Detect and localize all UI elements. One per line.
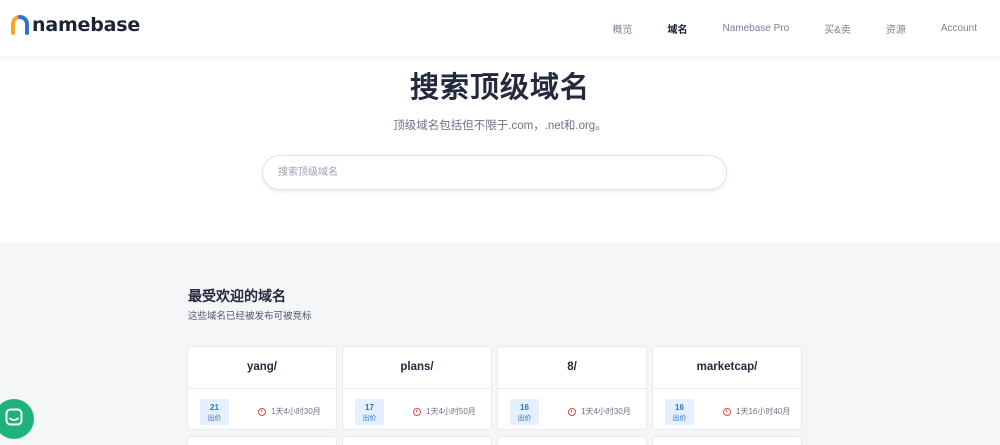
section-title: 最受欢迎的域名 (188, 288, 286, 304)
domain-name: marketcap/ (696, 361, 758, 373)
clock-icon (258, 407, 266, 416)
bid-label: 出价 (362, 415, 377, 422)
domain-name: 8/ (567, 361, 577, 373)
brand-name: namebase (32, 14, 141, 36)
bid-label: 出价 (672, 415, 687, 422)
nav-item-buy-sell[interactable]: 买&卖 (824, 21, 851, 36)
section-subtitle: 这些域名已经被发布可被竞标 (188, 311, 312, 322)
time-left-text: 1天16小时40月 (736, 407, 791, 416)
domain-name: yang/ (246, 361, 278, 373)
main-nav: 概览 域名 Namebase Pro 买&卖 资源 Account (577, 0, 977, 56)
time-left-text: 1天4小时30月 (581, 407, 631, 416)
domain-card[interactable]: marketcap/ 16 出价 1天16小时40月 (652, 346, 802, 430)
domain-card[interactable] (187, 436, 337, 445)
bid-count-badge: 16 出价 (665, 399, 694, 425)
divider (498, 388, 646, 389)
nav-item-resources[interactable]: 资源 (886, 21, 906, 36)
domain-card[interactable]: yang/ 21 出价 1天4小时30月 (187, 346, 337, 430)
domain-card[interactable] (652, 436, 802, 445)
chat-icon (4, 407, 24, 432)
bid-count-badge: 16 出价 (510, 399, 539, 425)
domain-card-row-next (187, 436, 802, 445)
nav-item-account[interactable]: Account (941, 23, 977, 34)
search-hero: 搜索顶级域名 顶级域名包括但不限于.com，.net和.org。 (0, 56, 1000, 242)
time-left-text: 1天4小时30月 (271, 407, 321, 416)
bid-count-badge: 17 出价 (355, 399, 384, 425)
nav-item-namebase-pro[interactable]: Namebase Pro (722, 23, 789, 34)
namebase-logo-icon (11, 15, 29, 35)
popular-domains-section: 最受欢迎的域名 这些域名已经被发布可被竞标 yang/ 21 出价 1天4小时3… (0, 242, 1000, 445)
nav-item-overview[interactable]: 概览 (612, 21, 632, 36)
divider (343, 388, 491, 389)
time-left-text: 1天4小时50月 (426, 407, 476, 416)
page-title: 搜索顶级域名 (409, 72, 590, 104)
bid-count: 16 (675, 403, 684, 412)
time-left: 1天16小时40月 (723, 406, 790, 417)
nav-item-domains[interactable]: 域名 (667, 21, 687, 36)
domain-name: plans/ (400, 361, 434, 373)
top-navbar: namebase 概览 域名 Namebase Pro 买&卖 资源 Accou… (0, 0, 1000, 56)
bid-label: 出价 (207, 415, 222, 422)
bid-count-badge: 21 出价 (200, 399, 229, 425)
domain-card[interactable] (342, 436, 492, 445)
divider (188, 388, 336, 389)
search-input[interactable] (262, 155, 727, 190)
clock-icon (413, 407, 421, 416)
time-left: 1天4小时30月 (568, 406, 631, 417)
domain-card[interactable]: plans/ 17 出价 1天4小时50月 (342, 346, 492, 430)
divider (653, 388, 801, 389)
domain-card[interactable] (497, 436, 647, 445)
domain-card-row: yang/ 21 出价 1天4小时30月 plans/ 17 出价 1天4小时5… (187, 346, 802, 430)
time-left: 1天4小时30月 (258, 406, 321, 417)
clock-icon (723, 407, 731, 416)
time-left: 1天4小时50月 (413, 406, 476, 417)
bid-count: 16 (520, 403, 529, 412)
clock-icon (568, 407, 576, 416)
domain-card[interactable]: 8/ 16 出价 1天4小时30月 (497, 346, 647, 430)
bid-count: 17 (365, 403, 374, 412)
brand-logo[interactable]: namebase (11, 14, 140, 36)
bid-label: 出价 (517, 415, 532, 422)
bid-count: 21 (210, 403, 219, 412)
page-subtitle: 顶级域名包括但不限于.com，.net和.org。 (393, 120, 607, 132)
